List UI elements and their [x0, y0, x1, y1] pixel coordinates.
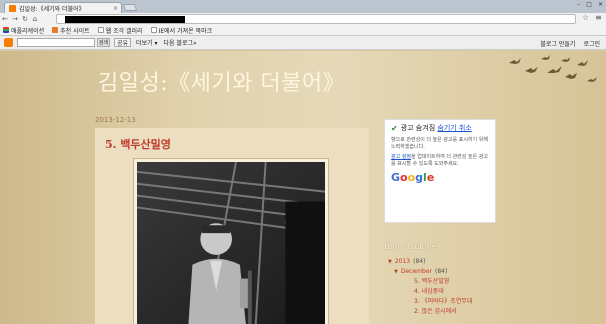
- collapse-triangle-icon[interactable]: ▼: [394, 267, 398, 277]
- window-close-icon[interactable]: ✕: [598, 1, 603, 8]
- undo-hide-link[interactable]: 숨기기 취소: [437, 124, 471, 132]
- bookmark-apps[interactable]: 애플리케이션: [3, 26, 44, 35]
- archive-post-link[interactable]: 4. 내심중대: [414, 287, 444, 297]
- window-controls: – □ ✕: [577, 1, 603, 8]
- browser-tab-bar: 김일성:《세기와 더불어》 × – □ ✕: [0, 0, 606, 13]
- ad-hidden-label: 광고 숨겨짐: [400, 124, 436, 132]
- login-link[interactable]: 로그인: [583, 39, 600, 48]
- archive-month: ▼ December (84): [384, 267, 504, 277]
- apps-icon: [3, 27, 9, 33]
- archive-post-link[interactable]: 5. 백두산밀영: [414, 277, 449, 287]
- share-button[interactable]: 공유: [114, 38, 132, 47]
- archive-post-link[interactable]: 3. 《피바다》조연무대: [414, 297, 472, 307]
- ad-settings-text: 광고 설정을 업데이트하여 더 관련성 높은 광고를 표시할 수 있도록 도와주…: [391, 154, 488, 167]
- tab-title: 김일성:《세기와 더불어》: [19, 5, 85, 13]
- suggested-sites-icon: [52, 27, 59, 33]
- bookmark-web-slice[interactable]: 웹 조각 갤러리: [97, 26, 143, 35]
- post-card: 5. 백두산밀영: [95, 128, 369, 324]
- web-slice-icon: [97, 27, 104, 33]
- archive-post-item: 4. 내심중대: [384, 287, 504, 297]
- archive-post-link[interactable]: 2. 많은 감시에서: [414, 307, 457, 317]
- archive-post-item: 2. 많은 감시에서: [384, 307, 504, 317]
- tab-close-icon[interactable]: ×: [113, 5, 121, 12]
- archive-post-item: 5. 백두산밀영: [384, 277, 504, 287]
- folder-icon: [150, 27, 157, 33]
- archive-year-count: (84): [413, 258, 426, 265]
- google-logo: Google: [391, 171, 435, 184]
- ad-info-text: 향으로 관련성이 더 높은 광고를 표시하기 위해 노력하겠습니다.: [391, 137, 488, 150]
- archive-post-item: 3. 《피바다》조연무대: [384, 297, 504, 307]
- blogger-navbar: 검색 공유 더보기 ▾ 다음 블로그» 블로그 만들기 로그인: [0, 36, 606, 50]
- archive-year-link[interactable]: 2013: [395, 257, 410, 267]
- maximize-icon[interactable]: □: [586, 1, 592, 8]
- check-icon: ✔: [391, 124, 398, 133]
- blogger-logo-icon[interactable]: [4, 38, 13, 47]
- bookmark-suggested[interactable]: 추천 사이트: [52, 26, 90, 35]
- historical-photo-image: [137, 162, 325, 324]
- blogger-favicon-icon: [9, 4, 16, 12]
- post-title[interactable]: 5. 백두산밀영: [105, 136, 171, 152]
- post-photo[interactable]: [133, 158, 329, 324]
- archive-year: ▼ 2013 (84): [384, 257, 504, 267]
- ad-settings-link[interactable]: 광고 설정: [391, 154, 411, 160]
- address-bar[interactable]: [56, 14, 576, 24]
- navbar-right-links: 블로그 만들기 로그인: [540, 39, 600, 48]
- blog-archive: Blog Archive ▼ 2013 (84) ▼ December (84)…: [384, 242, 504, 317]
- new-tab-button[interactable]: [122, 4, 138, 11]
- redacted-url: [65, 16, 185, 23]
- archive-month-link[interactable]: December: [401, 267, 432, 277]
- create-blog-link[interactable]: 블로그 만들기: [540, 39, 575, 48]
- chrome-menu-icon[interactable]: ≡: [595, 13, 602, 22]
- archive-heading: Blog Archive: [384, 242, 436, 251]
- bookmark-ie-folder[interactable]: IE에서 가져온 북마크: [150, 26, 212, 35]
- bookmark-star-icon[interactable]: ☆: [582, 13, 589, 22]
- minimize-icon[interactable]: –: [577, 1, 580, 8]
- back-icon[interactable]: ←: [0, 15, 10, 23]
- archive-month-count: (84): [434, 268, 448, 275]
- ad-hidden-widget: ✔ 광고 숨겨짐 숨기기 취소 향으로 관련성이 더 높은 광고를 표시하기 위…: [384, 119, 496, 223]
- birds-decoration-icon: [509, 55, 597, 82]
- next-blog-link[interactable]: 다음 블로그»: [164, 38, 197, 47]
- blog-search-button[interactable]: 검색: [97, 38, 110, 47]
- more-menu[interactable]: 더보기 ▾: [136, 38, 157, 47]
- blog-page: 김일성:《세기와 더불어》 2013-12-13 5. 백두산밀영 ✔ 광고 숨…: [0, 51, 606, 324]
- blog-title[interactable]: 김일성:《세기와 더불어》: [98, 65, 345, 97]
- ad-heading: ✔ 광고 숨겨짐 숨기기 취소: [391, 124, 489, 133]
- home-icon[interactable]: ⌂: [30, 15, 40, 23]
- post-date: 2013-12-13: [95, 116, 136, 124]
- browser-tab[interactable]: 김일성:《세기와 더불어》 ×: [4, 2, 122, 13]
- browser-toolbar: ← → ↻ ⌂ ☆ ≡: [0, 13, 606, 25]
- bookmarks-bar: 애플리케이션 추천 사이트 웹 조각 갤러리 IE에서 가져온 북마크: [0, 25, 606, 36]
- forward-icon[interactable]: →: [10, 15, 20, 23]
- collapse-triangle-icon[interactable]: ▼: [388, 257, 392, 267]
- reload-icon[interactable]: ↻: [20, 15, 30, 23]
- blog-search-input[interactable]: [17, 38, 95, 47]
